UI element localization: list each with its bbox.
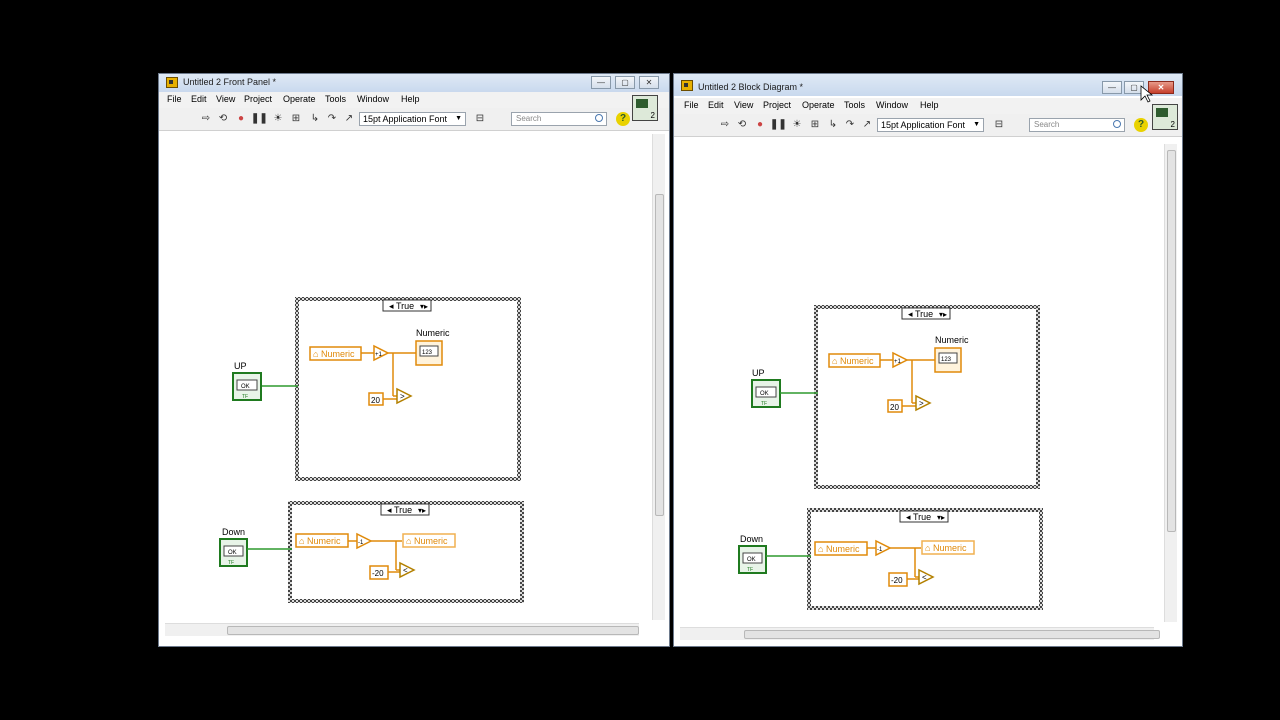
vi-connector-icon[interactable]: 2 (1152, 104, 1178, 130)
font-dropdown-value: 15pt Application Font (363, 114, 448, 124)
menu-tools[interactable]: Tools (844, 100, 865, 110)
search-input[interactable]: Search (511, 112, 607, 126)
block-diagram-vertical-scrollbar[interactable] (1164, 144, 1177, 622)
menu-window[interactable]: Window (357, 94, 389, 104)
menu-help[interactable]: Help (401, 94, 420, 104)
block-diagram-toolbar: ⇨ ⟲ ● ❚❚ ☀ ⊞ ↳ ↷ ↗ 15pt Application Font… (674, 114, 1182, 137)
labview-app-icon (166, 77, 178, 88)
labview-app-icon (681, 80, 693, 91)
step-into-icon[interactable]: ↳ (826, 119, 840, 131)
menu-operate[interactable]: Operate (802, 100, 835, 110)
search-icon (595, 114, 603, 122)
close-button[interactable]: ✕ (639, 76, 659, 89)
vi-connector-icon[interactable]: 2 (632, 95, 658, 121)
highlight-bulb-icon[interactable]: ☀ (271, 113, 285, 125)
minimize-button[interactable]: — (591, 76, 611, 89)
pause-icon[interactable]: ❚❚ (251, 113, 268, 125)
retain-wire-icon[interactable]: ⊞ (289, 113, 303, 125)
menu-view[interactable]: View (734, 100, 753, 110)
chevron-down-icon: ▼ (455, 115, 462, 122)
minimize-button[interactable]: — (1102, 81, 1122, 94)
block-diagram-menubar: File Edit View Project Operate Tools Win… (674, 98, 1182, 114)
run-continuously-icon[interactable]: ⟲ (216, 113, 230, 125)
align-objects-icon[interactable]: ⊟ (473, 113, 487, 125)
search-placeholder: Search (516, 114, 542, 123)
abort-icon[interactable]: ● (234, 113, 248, 125)
menu-edit[interactable]: Edit (708, 100, 724, 110)
vi-icon-number: 2 (1170, 120, 1175, 129)
abort-icon[interactable]: ● (753, 119, 767, 131)
menu-edit[interactable]: Edit (191, 94, 207, 104)
font-dropdown[interactable]: 15pt Application Font ▼ (359, 112, 466, 126)
front-panel-title: Untitled 2 Front Panel * (183, 77, 277, 87)
menu-project[interactable]: Project (244, 94, 272, 104)
front-panel-titlebar[interactable]: Untitled 2 Front Panel * — ▢ ✕ (159, 74, 669, 92)
menu-operate[interactable]: Operate (283, 94, 316, 104)
chevron-down-icon: ▼ (973, 121, 980, 128)
context-help-icon[interactable]: ? (1134, 118, 1148, 132)
close-button[interactable]: ✕ (1148, 81, 1174, 94)
step-over-icon[interactable]: ↷ (843, 119, 857, 131)
front-panel-menubar: File Edit View Project Operate Tools Win… (159, 92, 669, 108)
run-arrow-icon[interactable]: ⇨ (718, 119, 732, 131)
maximize-button[interactable]: ▢ (615, 76, 635, 89)
front-panel-toolbar: ⇨ ⟲ ● ❚❚ ☀ ⊞ ↳ ↷ ↗ 15pt Application Font… (159, 108, 669, 131)
menu-file[interactable]: File (684, 100, 699, 110)
run-continuously-icon[interactable]: ⟲ (735, 119, 749, 131)
run-arrow-icon[interactable]: ⇨ (199, 113, 213, 125)
align-objects-icon[interactable]: ⊟ (992, 119, 1006, 131)
step-out-icon[interactable]: ↗ (860, 119, 874, 131)
retain-wire-icon[interactable]: ⊞ (808, 119, 822, 131)
maximize-button[interactable]: ▢ (1124, 81, 1144, 94)
menu-tools[interactable]: Tools (325, 94, 346, 104)
block-diagram-window[interactable]: Untitled 2 Block Diagram * — ▢ ✕ File Ed… (673, 73, 1183, 647)
front-panel-horizontal-scrollbar[interactable] (165, 623, 639, 636)
context-help-icon[interactable]: ? (616, 112, 630, 126)
menu-help[interactable]: Help (920, 100, 939, 110)
horizontal-scroll-thumb[interactable] (744, 630, 1160, 639)
menu-window[interactable]: Window (876, 100, 908, 110)
front-panel-vertical-scrollbar[interactable] (652, 134, 665, 620)
search-placeholder: Search (1034, 120, 1060, 129)
front-panel-window[interactable]: Untitled 2 Front Panel * — ▢ ✕ File Edit… (158, 73, 670, 647)
search-input[interactable]: Search (1029, 118, 1125, 132)
step-into-icon[interactable]: ↳ (308, 113, 322, 125)
horizontal-scroll-thumb[interactable] (227, 626, 639, 635)
step-over-icon[interactable]: ↷ (325, 113, 339, 125)
vertical-scroll-thumb[interactable] (655, 194, 664, 516)
font-dropdown[interactable]: 15pt Application Font ▼ (877, 118, 984, 132)
block-diagram-horizontal-scrollbar[interactable] (680, 627, 1160, 640)
vi-icon-number: 2 (650, 111, 655, 120)
font-dropdown-value: 15pt Application Font (881, 120, 966, 130)
step-out-icon[interactable]: ↗ (342, 113, 356, 125)
menu-file[interactable]: File (167, 94, 182, 104)
menu-view[interactable]: View (216, 94, 235, 104)
pause-icon[interactable]: ❚❚ (770, 119, 787, 131)
block-diagram-title: Untitled 2 Block Diagram * (698, 82, 804, 92)
vertical-scroll-thumb[interactable] (1167, 150, 1176, 532)
highlight-bulb-icon[interactable]: ☀ (790, 119, 804, 131)
block-diagram-titlebar[interactable]: Untitled 2 Block Diagram * — ▢ ✕ (674, 74, 1182, 96)
search-icon (1113, 120, 1121, 128)
menu-project[interactable]: Project (763, 100, 791, 110)
